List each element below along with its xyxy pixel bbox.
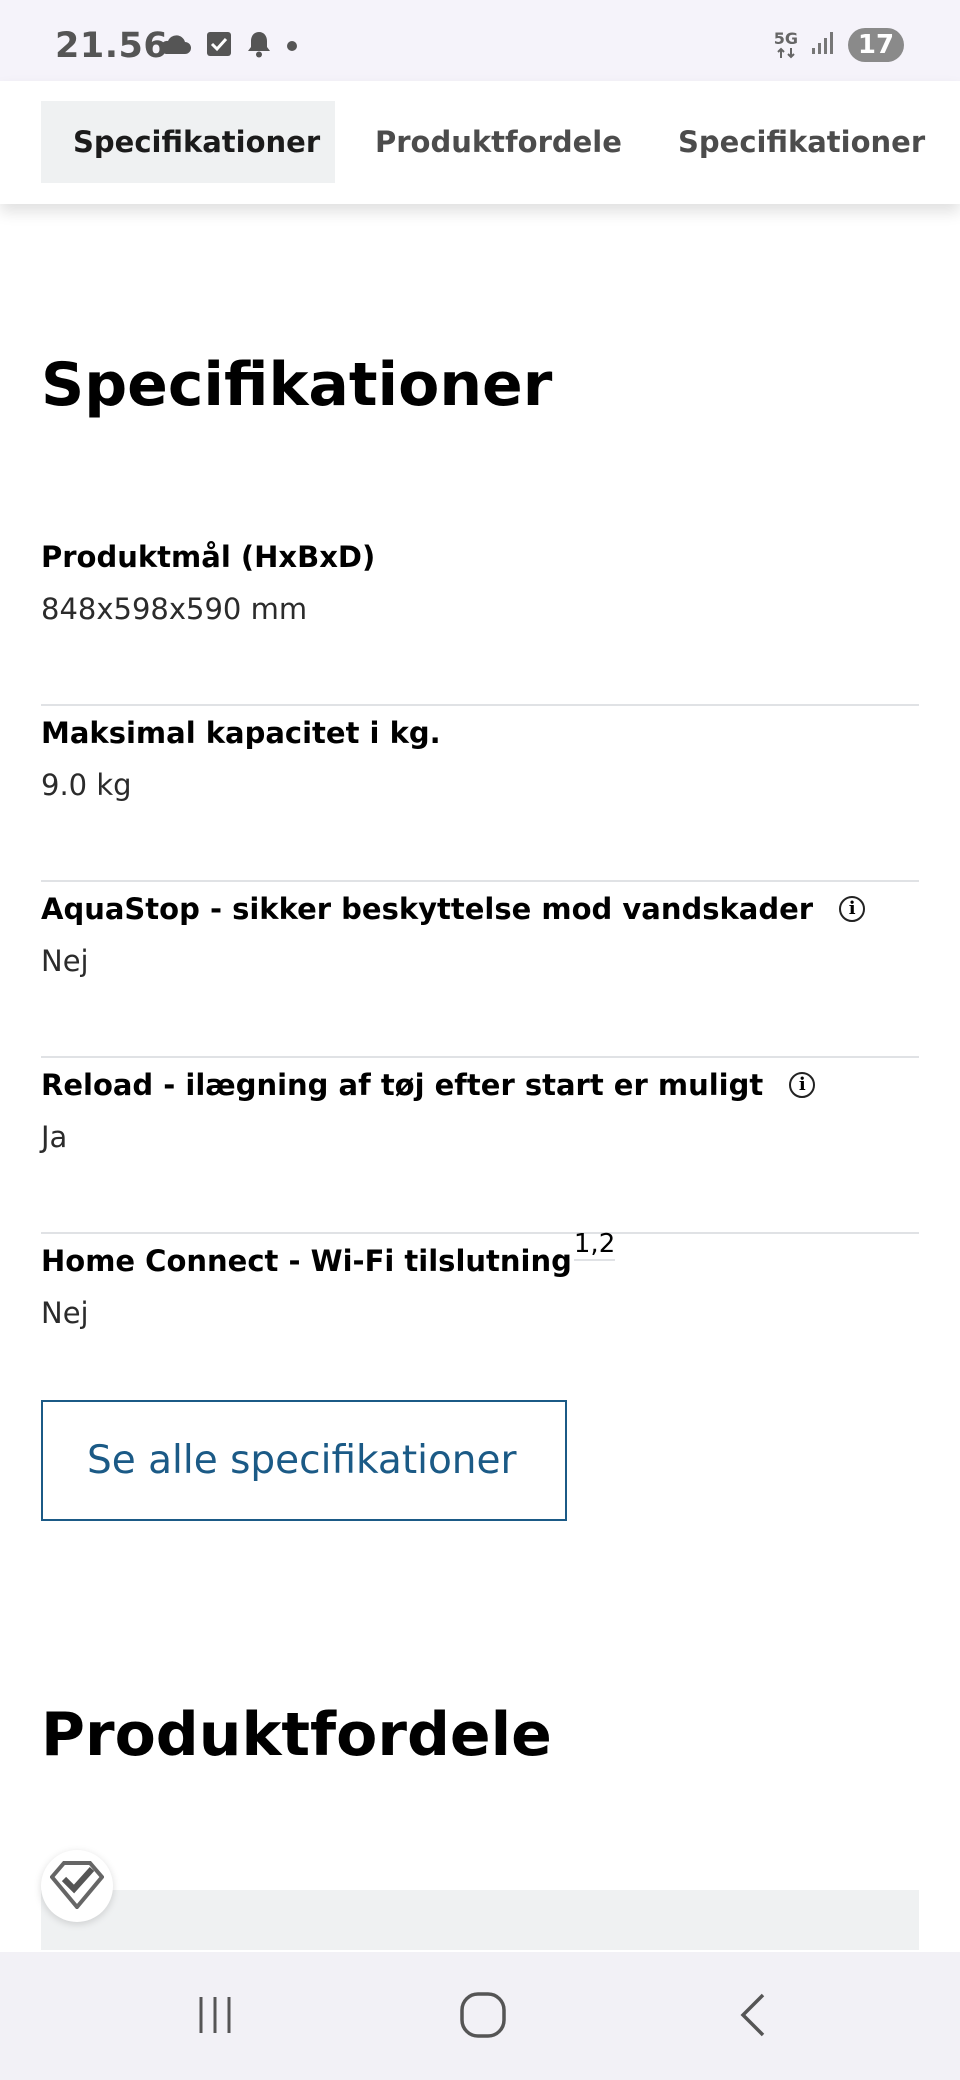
cloud-icon bbox=[158, 33, 192, 59]
back-icon bbox=[733, 1991, 773, 2043]
checkbox-icon bbox=[206, 31, 232, 61]
spec-label: Maksimal kapacitet i kg. bbox=[41, 716, 441, 750]
footnote-links[interactable]: 1,2 bbox=[573, 1229, 616, 1261]
home-icon bbox=[459, 1991, 507, 2043]
dot-icon bbox=[286, 37, 298, 56]
tab-produktfordele[interactable]: Produktfordele bbox=[343, 101, 654, 183]
spec-value: 848x598x590 mm bbox=[41, 592, 308, 626]
spec-value: Nej bbox=[41, 1296, 89, 1330]
benefit-card bbox=[41, 1890, 919, 1950]
section-tab-bar: Specifikationer Produktfordele Specifika… bbox=[0, 81, 960, 204]
spec-label: Reload - ilægning af tøj efter start er … bbox=[41, 1068, 816, 1102]
bell-icon bbox=[246, 30, 272, 62]
spec-value: Ja bbox=[41, 1120, 68, 1154]
info-icon[interactable]: i bbox=[789, 1072, 816, 1098]
spec-item: Home Connect - Wi-Fi tilslutning 1,2 Nej bbox=[41, 1229, 919, 1410]
spec-label: Home Connect - Wi-Fi tilslutning 1,2 bbox=[41, 1229, 616, 1278]
tab-specifikationer[interactable]: Specifikationer bbox=[41, 101, 335, 183]
signal-icon bbox=[810, 30, 836, 60]
tab-specifikationer-2[interactable]: Specifikationer bbox=[646, 101, 957, 183]
spec-label: Produktmål (HxBxD) bbox=[41, 540, 376, 574]
status-time: 21.56 bbox=[55, 26, 169, 66]
spec-item: Maksimal kapacitet i kg. 9.0 kg bbox=[41, 706, 919, 882]
network-5g-icon: 5G bbox=[774, 31, 798, 59]
benefits-heading: Produktfordele bbox=[41, 1700, 552, 1770]
recent-apps-icon bbox=[193, 1993, 237, 2041]
spec-item: AquaStop - sikker beskyttelse mod vandsk… bbox=[41, 882, 919, 1058]
see-all-specs-button[interactable]: Se alle specifikationer bbox=[41, 1400, 567, 1521]
trust-badge-button[interactable] bbox=[41, 1850, 113, 1922]
spec-value: 9.0 kg bbox=[41, 768, 132, 802]
spec-item: Reload - ilægning af tøj efter start er … bbox=[41, 1058, 919, 1234]
specs-heading: Specifikationer bbox=[41, 350, 553, 420]
spec-list: Produktmål (HxBxD) 848x598x590 mm Maksim… bbox=[41, 530, 919, 1410]
info-icon[interactable]: i bbox=[839, 896, 866, 922]
spec-item: Produktmål (HxBxD) 848x598x590 mm bbox=[41, 530, 919, 706]
spec-value: Nej bbox=[41, 944, 89, 978]
battery-level: 17 bbox=[857, 30, 895, 60]
recent-apps-button[interactable] bbox=[185, 1992, 245, 2042]
check-shield-icon bbox=[49, 1859, 105, 1913]
home-button[interactable] bbox=[453, 1992, 513, 2042]
system-nav-bar bbox=[0, 1952, 960, 2080]
status-bar: 21.56 5G 17 bbox=[0, 0, 960, 81]
battery-icon: 17 bbox=[848, 28, 904, 62]
spec-label: AquaStop - sikker beskyttelse mod vandsk… bbox=[41, 892, 866, 926]
back-button[interactable] bbox=[723, 1992, 783, 2042]
